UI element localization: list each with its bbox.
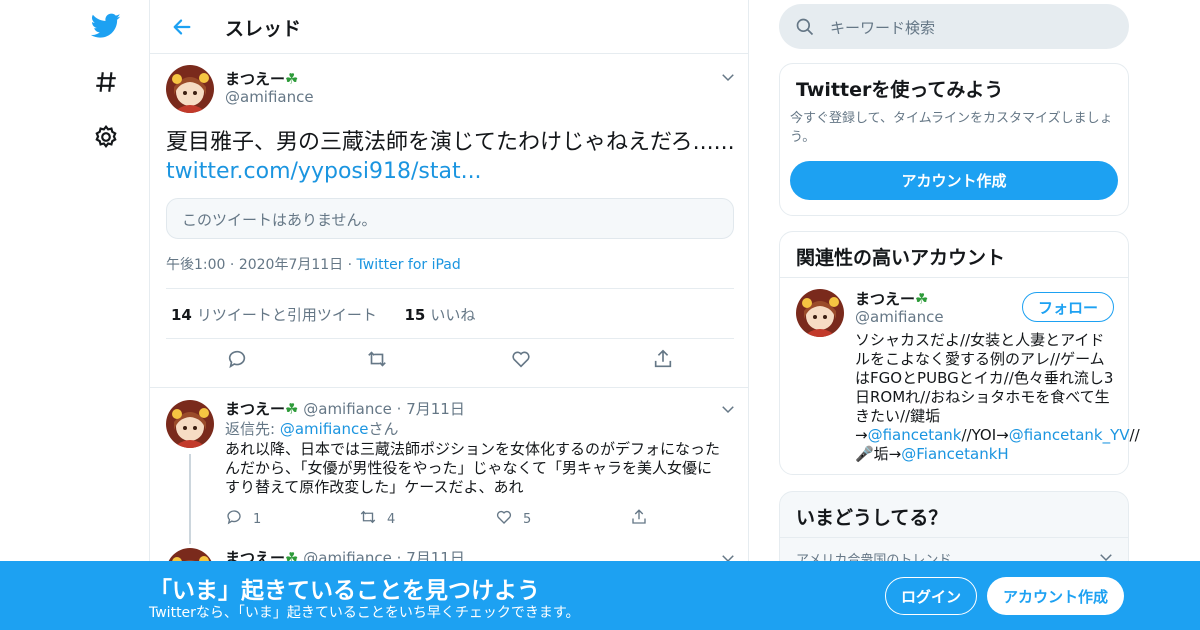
bio-link[interactable]: @fiancetank	[868, 426, 962, 444]
retweets-stat[interactable]: 14 リツイートと引用ツイート	[171, 306, 377, 324]
clover-icon: ☘	[285, 70, 299, 88]
retweets-label: リツイートと引用ツイート	[196, 306, 377, 324]
signup-card-desc: 今すぐ登録して、タイムラインをカスタマイズしましょう。	[790, 111, 1113, 145]
twitter-logo-icon[interactable]	[90, 10, 122, 42]
tweet-stats: 14 リツイートと引用ツイート 15 いいね	[166, 288, 734, 339]
retweet-icon	[359, 508, 377, 530]
bio-link[interactable]: @fiancetank_YV	[1009, 426, 1130, 444]
reply-count: 1	[253, 511, 262, 527]
signup-banner: 「いま」起きていることを見つけよう Twitterなら、「いま」起きていることを…	[0, 561, 1200, 630]
reply-icon	[225, 508, 243, 530]
tweet-body: 夏目雅子、男の三蔵法師を演じてたわけじゃねえだろ......	[166, 130, 735, 155]
likes-count: 15	[404, 306, 426, 324]
avatar[interactable]	[166, 400, 214, 448]
thread-header: スレッド	[150, 0, 748, 54]
clover-icon: ☘	[285, 400, 299, 418]
tweet-actions: 1 4 5	[225, 508, 665, 530]
tweet-text: あれ以降、日本では三蔵法師ポジションを女体化するのがデフォになったんだから、「女…	[225, 440, 721, 496]
signup-card: Twitterを使ってみよう 今すぐ登録して、タイムラインをカスタマイズしましょ…	[779, 63, 1129, 216]
signup-card-title: Twitterを使ってみよう	[796, 79, 1004, 101]
banner-title: 「いま」起きていることを見つけよう	[149, 578, 540, 604]
page-title: スレッド	[225, 18, 302, 40]
retweet-action[interactable]: 4	[359, 508, 395, 530]
account-handle[interactable]: @amifiance	[855, 308, 944, 326]
related-accounts-card: 関連性の高いアカウント まつえー☘ @amifiance フォロー ソシャカスだ…	[779, 231, 1140, 475]
banner-subtitle: Twitterなら、「いま」起きていることをいち早くチェックできます。	[149, 605, 580, 621]
back-arrow-icon[interactable]	[168, 13, 196, 41]
search-placeholder: キーワード検索	[830, 19, 936, 37]
likes-label: いいね	[430, 306, 476, 324]
chevron-down-icon[interactable]	[719, 400, 737, 418]
reply-header: まつえー☘ @amifiance · 7月11日	[225, 398, 465, 419]
reply-to-suffix: さん	[368, 420, 399, 438]
tweet-date[interactable]: 2020年7月11日	[239, 257, 343, 273]
meta-separator: ·	[347, 257, 357, 273]
tweet-actions	[166, 348, 734, 378]
trends-card-title: いまどうしてる？	[796, 507, 948, 529]
reply-to-handle[interactable]: @amifiance	[280, 420, 369, 438]
tweet-source[interactable]: Twitter for iPad	[357, 257, 461, 273]
reply-icon[interactable]	[226, 348, 248, 370]
account-name-text: まつえー	[855, 290, 916, 308]
avatar[interactable]	[166, 65, 214, 113]
left-nav	[76, 0, 136, 630]
author-name-text: まつえー	[225, 70, 286, 88]
search-input[interactable]: キーワード検索	[779, 4, 1129, 49]
share-icon[interactable]	[630, 508, 648, 526]
settings-gear-icon[interactable]	[90, 121, 122, 153]
create-account-button[interactable]: アカウント作成	[987, 577, 1124, 615]
explore-hashtag-icon[interactable]	[90, 66, 122, 98]
like-action[interactable]: 5	[495, 508, 531, 530]
login-button[interactable]: ログイン	[885, 577, 977, 615]
bio-link[interactable]: @FiancetankH	[901, 445, 1008, 463]
meta-separator: ·	[396, 400, 402, 418]
author-handle[interactable]: @amifiance	[303, 400, 392, 418]
tweet-time[interactable]: 午後1:00	[166, 257, 225, 273]
like-heart-icon[interactable]	[510, 348, 532, 370]
search-icon	[795, 17, 815, 41]
like-heart-icon	[495, 508, 513, 530]
divider	[780, 537, 1128, 538]
author-name-text[interactable]: まつえー	[225, 400, 285, 418]
retweets-count: 14	[171, 306, 192, 324]
tweet-link[interactable]: twitter.com/yyposi918/stat...	[166, 159, 482, 184]
retweet-icon[interactable]	[366, 348, 388, 370]
avatar[interactable]	[796, 289, 844, 337]
account-name[interactable]: まつえー☘	[855, 288, 928, 309]
reply-tweet[interactable]: まつえー☘ @amifiance · 7月11日 返信先: @amifiance…	[150, 388, 748, 548]
tweet-meta: 午後1:00 · 2020年7月11日 · Twitter for iPad	[166, 254, 461, 274]
tweet-date[interactable]: 7月11日	[406, 400, 465, 418]
share-icon[interactable]	[652, 348, 674, 370]
reply-to-label: 返信先:	[225, 420, 276, 438]
reply-action[interactable]: 1	[225, 508, 261, 530]
author-name[interactable]: まつえー☘	[225, 68, 298, 89]
meta-separator: ·	[229, 257, 239, 273]
clover-icon: ☘	[915, 290, 929, 308]
reply-to-line: 返信先: @amifianceさん	[225, 418, 398, 439]
thread-line	[189, 454, 191, 544]
bio-text: //YOI→	[961, 426, 1009, 444]
chevron-down-icon[interactable]	[719, 68, 737, 86]
follow-button[interactable]: フォロー	[1022, 292, 1114, 322]
author-handle[interactable]: @amifiance	[225, 88, 314, 106]
likes-stat[interactable]: 15 いいね	[404, 306, 475, 324]
divider	[780, 277, 1128, 278]
like-count: 5	[523, 511, 532, 527]
focal-tweet[interactable]: まつえー☘ @amifiance 夏目雅子、男の三蔵法師を演じてたわけじゃねえだ…	[150, 54, 748, 388]
main-timeline: スレッド まつえー☘ @amifiance 夏目雅子、男の三蔵法師を演じてたわけ…	[149, 0, 749, 630]
account-bio: ソシャカスだよ//女装と人妻とアイドルをこよなく愛する例のアレ//ゲームはFGO…	[855, 331, 1140, 464]
related-card-title: 関連性の高いアカウント	[796, 247, 1006, 269]
create-account-button[interactable]: アカウント作成	[790, 161, 1118, 200]
quoted-tweet-unavailable: このツイートはありません。	[166, 198, 734, 239]
retweet-count: 4	[387, 511, 396, 527]
tweet-text: 夏目雅子、男の三蔵法師を演じてたわけじゃねえだろ...... twitter.c…	[166, 128, 736, 186]
